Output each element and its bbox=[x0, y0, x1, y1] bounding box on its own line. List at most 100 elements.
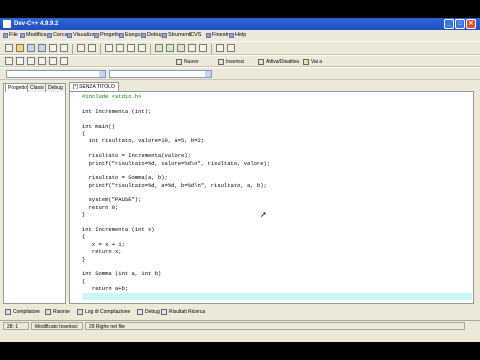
code-line[interactable]: { bbox=[82, 130, 472, 137]
open-folder-icon[interactable] bbox=[16, 44, 24, 52]
code-line[interactable] bbox=[82, 167, 472, 174]
main-toolbar bbox=[0, 41, 480, 55]
tab-compilatore[interactable]: Compilatore bbox=[3, 307, 42, 317]
find-next-icon[interactable] bbox=[127, 44, 135, 52]
print-icon[interactable] bbox=[60, 44, 68, 52]
tab-log-label: Log di Compilazione bbox=[85, 309, 131, 315]
debug-icon[interactable] bbox=[199, 44, 207, 52]
menu-debug[interactable]: Debug bbox=[141, 30, 163, 41]
tab-debug-bottom[interactable]: Debug bbox=[135, 307, 162, 317]
bottom-tabs: Compilatore Risorse Log di Compilazione … bbox=[0, 306, 480, 318]
chevron-down-icon bbox=[205, 71, 211, 77]
project-menu-icon bbox=[94, 33, 99, 38]
menu-help-label: Help bbox=[235, 32, 247, 38]
code-line[interactable]: { bbox=[82, 233, 472, 240]
goto-line-icon[interactable] bbox=[138, 44, 146, 52]
code-line[interactable]: x = x + 1; bbox=[82, 241, 472, 248]
rebuild-icon[interactable] bbox=[188, 44, 196, 52]
code-line[interactable]: int Incrementa (int x) bbox=[82, 226, 472, 233]
app-icon bbox=[3, 20, 11, 28]
tab-log-compilazione[interactable]: Log di Compilazione bbox=[75, 307, 132, 317]
code-line[interactable]: risultato = Somma(a, b); bbox=[82, 174, 472, 181]
code-line[interactable] bbox=[82, 219, 472, 226]
menu-cvs[interactable]: CVS bbox=[190, 30, 201, 41]
new-toolbar-button[interactable]: Nuovo bbox=[176, 58, 198, 66]
code-line[interactable] bbox=[82, 115, 472, 122]
menu-file[interactable]: File bbox=[3, 30, 18, 41]
code-line[interactable]: return a+b; bbox=[82, 285, 472, 292]
remove-from-project-icon[interactable] bbox=[16, 57, 24, 65]
code-line[interactable]: printf("risultato=%d, a=%d, b=%d\n", ris… bbox=[82, 182, 472, 189]
project-options-small-icon[interactable] bbox=[27, 57, 35, 65]
undo-icon[interactable] bbox=[77, 44, 85, 52]
log-icon bbox=[77, 309, 83, 315]
toggle-bookmark-button[interactable]: Attiva/Disattiva bbox=[258, 58, 299, 66]
add-to-project-icon[interactable] bbox=[5, 57, 13, 65]
compile-icon[interactable] bbox=[155, 44, 163, 52]
code-line[interactable]: } bbox=[82, 256, 472, 263]
code-line[interactable] bbox=[82, 189, 472, 196]
code-line[interactable]: system("PAUSE"); bbox=[82, 196, 472, 203]
title-bar[interactable]: Dev-C++ 4.9.9.2 _ □ ✕ bbox=[0, 18, 480, 30]
minimize-button[interactable]: _ bbox=[444, 19, 454, 29]
code-line[interactable]: int Incrementa (int); bbox=[82, 108, 472, 115]
menu-modifica[interactable]: Modifica bbox=[20, 30, 46, 41]
code-line[interactable]: int Somma (int a, int b) bbox=[82, 270, 472, 277]
bookmark-icon bbox=[258, 59, 264, 65]
menu-help[interactable]: Help bbox=[229, 30, 246, 41]
redo-icon[interactable] bbox=[88, 44, 96, 52]
code-line[interactable] bbox=[82, 292, 472, 300]
menu-progetto[interactable]: Progetto bbox=[94, 30, 121, 41]
chevron-down-icon bbox=[99, 71, 105, 77]
code-line[interactable]: return 0; bbox=[82, 204, 472, 211]
save-all-icon[interactable] bbox=[38, 44, 46, 52]
new-file-icon[interactable] bbox=[5, 44, 13, 52]
code-line[interactable]: { bbox=[82, 278, 472, 285]
code-line[interactable] bbox=[82, 263, 472, 270]
menu-finestra[interactable]: Finestra bbox=[206, 30, 232, 41]
save-icon[interactable] bbox=[27, 44, 35, 52]
close-file-icon[interactable] bbox=[49, 44, 57, 52]
next-step-icon[interactable] bbox=[60, 57, 68, 65]
code-line[interactable]: return x; bbox=[82, 248, 472, 255]
code-line[interactable]: int main() bbox=[82, 123, 472, 130]
project-options-icon[interactable] bbox=[216, 44, 224, 52]
edit-menu-icon bbox=[20, 33, 25, 38]
toggle-label: Attiva/Disattiva bbox=[266, 59, 300, 65]
goto-bookmark-button[interactable]: Vai a bbox=[303, 58, 322, 66]
code-line[interactable]: int risultato, valore=10, a=5, b=2; bbox=[82, 137, 472, 144]
cursor-position: 28: 1 bbox=[3, 322, 29, 330]
tab-classi[interactable]: Classi bbox=[27, 83, 47, 92]
find-icon[interactable] bbox=[105, 44, 113, 52]
code-line[interactable]: printf("risultato=%d, valore=%d\n", risu… bbox=[82, 160, 472, 167]
menu-strumenti[interactable]: Strumenti bbox=[162, 30, 192, 41]
tab-ricerca-label: Risultati Ricerca bbox=[169, 309, 206, 315]
code-editor[interactable]: #include <stdio.h> int Incrementa (int); i… bbox=[69, 91, 474, 304]
step-icon[interactable] bbox=[49, 57, 57, 65]
tab-debug[interactable]: Debug bbox=[45, 83, 66, 92]
close-button[interactable]: ✕ bbox=[466, 19, 476, 29]
code-line[interactable] bbox=[82, 100, 472, 107]
debug-menu-icon bbox=[141, 33, 146, 38]
insert-toolbar-button[interactable]: Inserisci bbox=[218, 58, 244, 66]
code-line[interactable] bbox=[82, 145, 472, 152]
menu-file-label: File bbox=[9, 32, 18, 38]
code-line[interactable]: } bbox=[82, 211, 472, 218]
tab-risorse[interactable]: Risorse bbox=[43, 307, 72, 317]
member-combo[interactable] bbox=[109, 70, 212, 78]
about-icon[interactable] bbox=[227, 44, 235, 52]
run-icon[interactable] bbox=[166, 44, 174, 52]
code-line[interactable]: risultato = Incrementa(valore); bbox=[82, 152, 472, 159]
code-line[interactable]: #include <stdio.h> bbox=[82, 93, 472, 100]
tab-risultati-ricerca[interactable]: Risultati Ricerca bbox=[159, 307, 207, 317]
class-browser-icon[interactable] bbox=[38, 57, 46, 65]
view-menu-icon bbox=[67, 33, 72, 38]
goto-icon bbox=[303, 59, 309, 65]
menu-cerca[interactable]: Cerca bbox=[47, 30, 68, 41]
toolbar-separator bbox=[100, 44, 101, 54]
maximize-button[interactable]: □ bbox=[455, 19, 465, 29]
replace-icon[interactable] bbox=[116, 44, 124, 52]
compile-run-icon[interactable] bbox=[177, 44, 185, 52]
menu-esegui[interactable]: Esegui bbox=[119, 30, 142, 41]
class-combo[interactable] bbox=[6, 70, 106, 78]
